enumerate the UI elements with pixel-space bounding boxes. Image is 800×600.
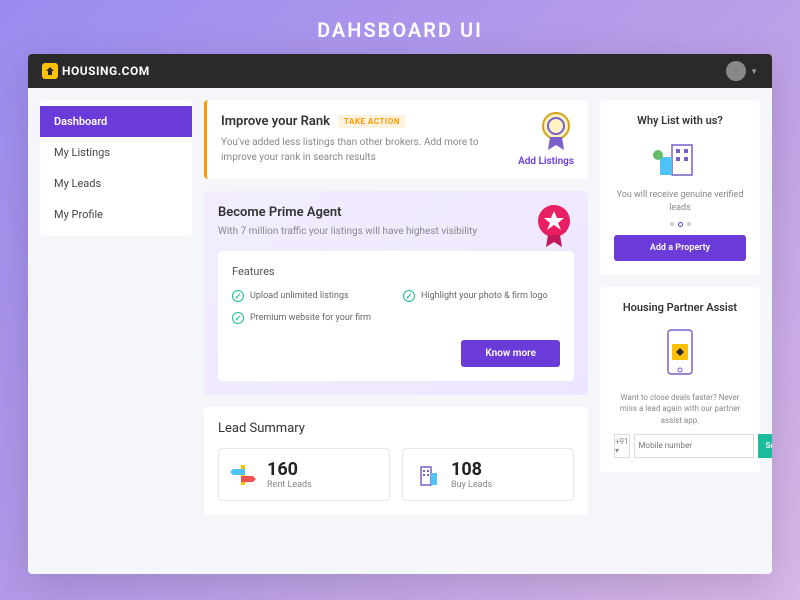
signpost-icon xyxy=(229,461,257,489)
phone-icon xyxy=(658,324,702,384)
add-listings-link[interactable]: Add Listings xyxy=(518,156,574,167)
prime-title: Become Prime Agent xyxy=(218,205,574,220)
dot[interactable] xyxy=(670,222,674,226)
lead-summary-card: Lead Summary 160 Rent Leads xyxy=(204,407,588,515)
features-label: Features xyxy=(232,265,560,278)
features-box: Features Upload unlimited listings Highl… xyxy=(218,251,574,381)
buy-leads-count: 108 xyxy=(451,459,492,480)
rank-card: Improve your Rank TAKE ACTION You've add… xyxy=(204,100,588,179)
sidebar-item-listings[interactable]: My Listings xyxy=(40,137,192,168)
sidebar-item-profile[interactable]: My Profile xyxy=(40,199,192,230)
assist-title: Housing Partner Assist xyxy=(614,301,746,314)
send-button[interactable]: Send xyxy=(758,434,772,458)
feature-item: Upload unlimited listings xyxy=(232,290,389,302)
carousel-dots[interactable] xyxy=(614,222,746,227)
brand-text: HOUSING.COM xyxy=(62,64,150,78)
add-property-button[interactable]: Add a Property xyxy=(614,235,746,261)
brand-logo[interactable]: HOUSING.COM xyxy=(42,63,150,79)
feature-item: Premium website for your firm xyxy=(232,312,389,324)
topbar: HOUSING.COM ▼ xyxy=(28,54,772,88)
take-action-badge: TAKE ACTION xyxy=(338,115,406,128)
star-badge-icon xyxy=(534,203,574,255)
rent-leads-box[interactable]: 160 Rent Leads xyxy=(218,448,390,501)
dot-active[interactable] xyxy=(678,222,683,227)
country-code-select[interactable]: +91 ▾ xyxy=(614,434,630,458)
prime-agent-card: Become Prime Agent With 7 million traffi… xyxy=(204,191,588,395)
why-list-card: Why List with us? You will receive genui… xyxy=(600,100,760,275)
sidebar: Dashboard My Listings My Leads My Profil… xyxy=(40,100,192,236)
medal-icon xyxy=(538,110,574,158)
check-icon xyxy=(403,290,415,302)
rank-title: Improve your Rank xyxy=(221,114,330,129)
rent-leads-count: 160 xyxy=(267,459,312,480)
buildings-icon xyxy=(650,137,710,181)
feature-item: Highlight your photo & firm logo xyxy=(403,290,560,302)
why-text: You will receive genuine verified leads xyxy=(614,189,746,214)
page-heading: DAHSBOARD UI xyxy=(0,0,800,54)
sidebar-item-leads[interactable]: My Leads xyxy=(40,168,192,199)
know-more-button[interactable]: Know more xyxy=(461,340,560,367)
logo-icon xyxy=(42,63,58,79)
building-icon xyxy=(413,461,441,489)
sidebar-item-dashboard[interactable]: Dashboard xyxy=(40,106,192,137)
why-title: Why List with us? xyxy=(614,114,746,127)
rank-text: You've added less listings than other br… xyxy=(221,135,501,165)
dot[interactable] xyxy=(687,222,691,226)
rent-leads-label: Rent Leads xyxy=(267,480,312,490)
avatar xyxy=(726,61,746,81)
check-icon xyxy=(232,290,244,302)
assist-text: Want to close deals faster? Never miss a… xyxy=(614,392,746,426)
prime-subtitle: With 7 million traffic your listings wil… xyxy=(218,226,574,237)
user-menu[interactable]: ▼ xyxy=(726,61,758,81)
buy-leads-box[interactable]: 108 Buy Leads xyxy=(402,448,574,501)
mobile-input[interactable] xyxy=(634,434,754,458)
check-icon xyxy=(232,312,244,324)
lead-summary-title: Lead Summary xyxy=(218,421,574,436)
buy-leads-label: Buy Leads xyxy=(451,480,492,490)
app-window: HOUSING.COM ▼ Dashboard My Listings My L… xyxy=(28,54,772,574)
partner-assist-card: Housing Partner Assist Want to close dea… xyxy=(600,287,760,472)
chevron-down-icon: ▼ xyxy=(750,67,758,76)
